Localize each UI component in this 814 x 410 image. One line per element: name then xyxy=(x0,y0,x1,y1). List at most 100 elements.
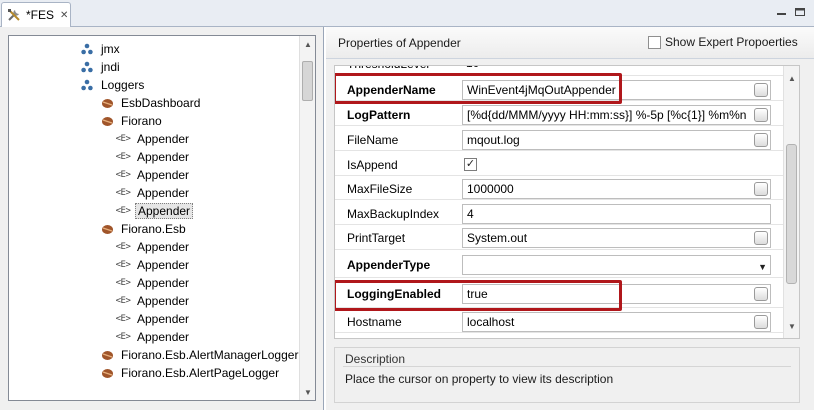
appendername-field[interactable]: WinEvent4jMqOutAppender xyxy=(462,79,771,100)
editor-tab-bar: *FES ✕ xyxy=(0,0,814,27)
ellipsis-button[interactable] xyxy=(754,107,768,122)
loggingenabled-field[interactable]: true xyxy=(462,284,771,304)
property-row-isappend: IsAppend ✓ xyxy=(335,153,784,176)
minimize-icon[interactable] xyxy=(774,5,790,19)
tree-item-label: Appender xyxy=(137,168,190,182)
ellipsis-button[interactable] xyxy=(754,82,768,97)
appender-type-select[interactable]: ▼ xyxy=(462,255,771,275)
show-expert-toggle[interactable]: Show Expert Propoerties xyxy=(648,35,798,49)
show-expert-checkbox[interactable] xyxy=(648,35,661,49)
tree-item[interactable]: <E> Appender xyxy=(115,238,191,256)
tree-item[interactable]: <E> Appender xyxy=(115,274,191,292)
property-value: WinEvent4jMqOutAppender xyxy=(467,82,616,97)
property-name: ThresholdLevel xyxy=(347,66,429,71)
description-divider xyxy=(343,366,791,367)
tree-item[interactable]: jndi xyxy=(79,58,122,76)
tree-item-label: Appender xyxy=(137,276,190,290)
maxbackupindex-field[interactable]: 4 xyxy=(462,203,771,224)
property-grid[interactable]: Hostname localhost LoggingEnabled true Appen… xyxy=(334,65,800,339)
tree-item[interactable]: <E> Appender xyxy=(115,166,191,184)
scroll-down-icon[interactable]: ▼ xyxy=(784,318,799,334)
element-icon: <E> xyxy=(115,188,131,198)
ellipsis-button[interactable] xyxy=(754,315,768,329)
ellipsis-button[interactable] xyxy=(754,132,768,147)
filename-field[interactable]: mqout.log xyxy=(462,129,771,150)
maximize-icon[interactable] xyxy=(792,5,808,19)
tree-item[interactable]: <E> Appender xyxy=(115,256,191,274)
tree-item-label: jmx xyxy=(101,42,120,56)
property-name: MaxBackupIndex xyxy=(347,206,440,221)
property-row-thresholdlevel: ThresholdLevel 10 xyxy=(335,66,784,76)
tree-item[interactable]: <E> Appender xyxy=(115,328,191,346)
tab-title: *FES xyxy=(26,8,55,22)
ellipsis-button[interactable] xyxy=(754,287,768,301)
tree-item[interactable]: <E> Appender xyxy=(115,310,191,328)
element-icon: <E> xyxy=(115,242,131,252)
property-value: 1000000 xyxy=(467,182,514,196)
element-icon: <E> xyxy=(115,260,131,270)
ellipsis-button[interactable] xyxy=(754,231,768,245)
tree-item-label: Appender xyxy=(137,150,190,164)
tree-scroll-thumb[interactable] xyxy=(302,61,313,101)
tree-item[interactable]: Fiorano xyxy=(99,112,164,130)
tree-item[interactable]: Loggers xyxy=(79,76,146,94)
property-row-logpattern: LogPattern [%d{dd/MMM/yyyy HH:mm:ss}] %-5… xyxy=(335,103,784,126)
tree-item[interactable]: jmx xyxy=(79,40,122,58)
property-row-hostname: Hostname localhost xyxy=(335,311,784,333)
printtarget-field[interactable]: System.out xyxy=(462,228,771,248)
tree-item[interactable]: <E> Appender xyxy=(115,202,194,220)
logger-tree[interactable]: Fiorano.Esb.AlertPageLogger Fiorano.Esb.A… xyxy=(8,35,316,401)
show-expert-label: Show Expert Propoerties xyxy=(665,35,798,49)
properties-panel: Properties of Appender Show Expert Propo… xyxy=(326,27,814,410)
description-text: Place the cursor on property to view its… xyxy=(345,372,614,386)
property-value: mqout.log xyxy=(467,132,520,147)
tree-item-label: Appender xyxy=(137,186,190,200)
tree-item[interactable]: <E> Appender xyxy=(115,130,191,148)
logger-icon xyxy=(99,365,115,381)
chevron-down-icon[interactable]: ▼ xyxy=(758,258,767,274)
element-icon: <E> xyxy=(115,134,131,144)
tree-item[interactable]: <E> Appender xyxy=(115,292,191,310)
tree-item[interactable]: <E> Appender xyxy=(115,184,191,202)
properties-header: Properties of Appender Show Expert Propo… xyxy=(326,27,814,59)
description-panel: Description Place the cursor on property… xyxy=(334,347,800,403)
hostname-field[interactable]: localhost xyxy=(462,312,771,332)
property-value: 4 xyxy=(467,206,474,221)
tree-item-label: Appender xyxy=(137,132,190,146)
ellipsis-button[interactable] xyxy=(754,182,768,196)
logger-icon xyxy=(99,221,115,237)
left-panel: Fiorano.Esb.AlertPageLogger Fiorano.Esb.A… xyxy=(0,27,324,410)
tree-item[interactable]: Fiorano.Esb.AlertPageLogger xyxy=(99,364,281,382)
tree-scrollbar[interactable]: ▲ ▼ xyxy=(299,36,315,400)
tree-item[interactable]: EsbDashboard xyxy=(99,94,202,112)
node-icon xyxy=(79,77,95,93)
tools-icon xyxy=(6,7,22,23)
tree-item-label: Appender xyxy=(137,312,190,326)
scroll-down-icon[interactable]: ▼ xyxy=(300,384,315,400)
element-icon: <E> xyxy=(115,296,131,306)
isappend-checkbox[interactable]: ✓ xyxy=(464,158,477,171)
tree-item[interactable]: Fiorano.Esb.AlertManagerLogger xyxy=(99,346,300,364)
grid-scroll-thumb[interactable] xyxy=(786,144,797,284)
tree-item-label: Loggers xyxy=(101,78,145,92)
property-row-appendername: AppenderName WinEvent4jMqOutAppender xyxy=(335,78,784,101)
tree-item[interactable]: Fiorano.Esb xyxy=(99,220,188,238)
tree-item[interactable]: <E> Appender xyxy=(115,148,191,166)
property-name: PrintTarget xyxy=(347,231,406,245)
property-row-maxfilesize: MaxFileSize 1000000 xyxy=(335,178,784,200)
close-icon[interactable]: ✕ xyxy=(60,10,68,21)
maxfilesize-field[interactable]: 1000000 xyxy=(462,179,771,199)
property-value: System.out xyxy=(467,231,528,245)
scroll-up-icon[interactable]: ▲ xyxy=(784,70,799,86)
property-name: AppenderType xyxy=(347,258,431,272)
thresholdlevel-field[interactable]: 10 xyxy=(462,66,771,74)
editor-tab-fes[interactable]: *FES ✕ xyxy=(1,2,71,27)
logpattern-field[interactable]: [%d{dd/MMM/yyyy HH:mm:ss}] %-5p [%c{1}] … xyxy=(462,104,771,125)
node-icon xyxy=(79,41,95,57)
tree-item-label: Appender xyxy=(137,240,190,254)
property-value: 10 xyxy=(466,66,479,70)
property-row-printtarget: PrintTarget System.out xyxy=(335,226,784,250)
grid-scrollbar[interactable]: ▲ ▼ xyxy=(783,66,799,338)
scroll-up-icon[interactable]: ▲ xyxy=(300,36,315,52)
property-name: AppenderName xyxy=(347,82,436,97)
